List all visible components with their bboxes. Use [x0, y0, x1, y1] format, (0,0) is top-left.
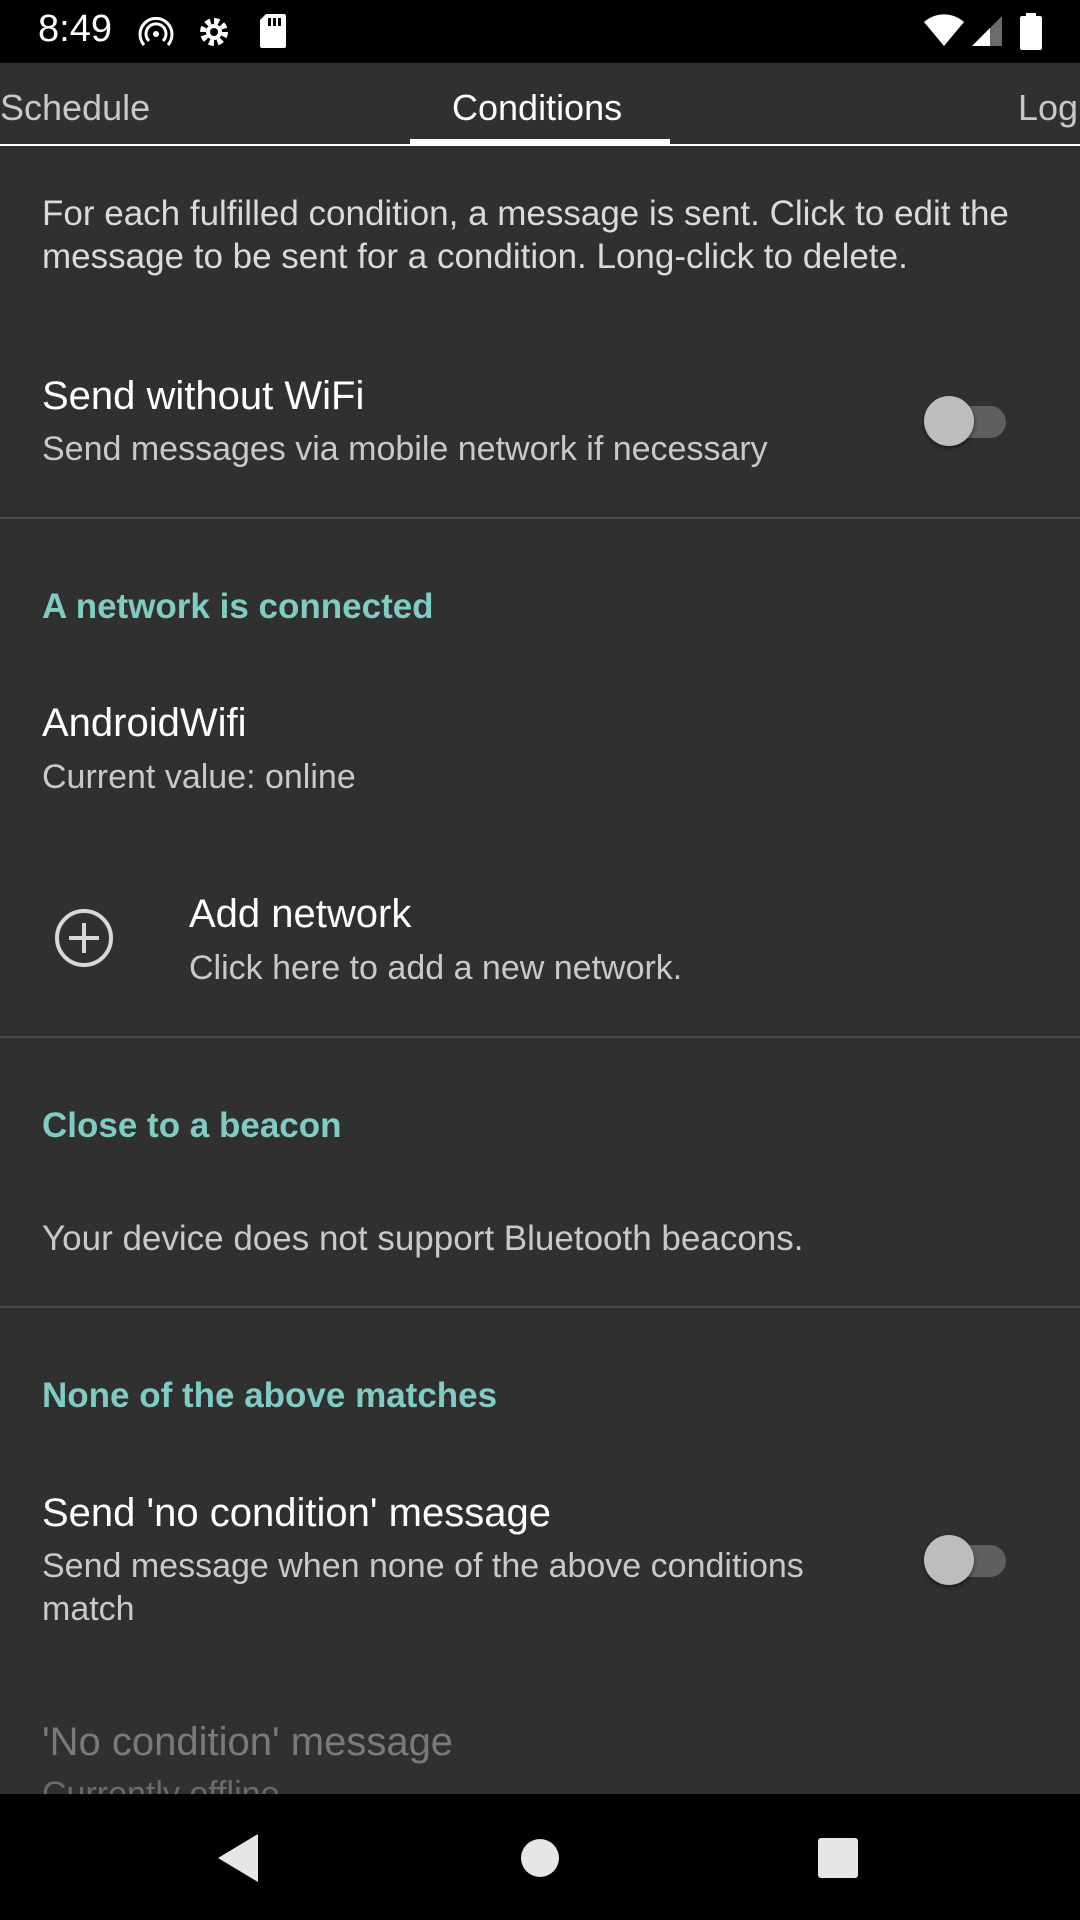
switch-thumb — [924, 396, 974, 446]
tab-log[interactable]: Log — [1018, 87, 1078, 129]
conditions-list[interactable]: For each fulfilled condition, a message … — [0, 146, 1080, 1794]
divider — [0, 1306, 1080, 1308]
no-condition-switch[interactable] — [922, 1531, 1010, 1587]
section-header-beacon: Close to a beacon — [42, 1106, 342, 1145]
send-without-wifi-subtitle: Send messages via mobile network if nece… — [42, 430, 768, 468]
sd-card-icon — [260, 14, 286, 48]
beacon-unsupported-text: Your device does not support Bluetooth b… — [42, 1219, 804, 1258]
no-condition-message-subtitle: Currently offline — [42, 1775, 280, 1794]
navigation-bar — [0, 1794, 1080, 1920]
tab-schedule[interactable]: Schedule — [0, 87, 150, 129]
tab-indicator — [410, 139, 670, 146]
send-without-wifi-switch[interactable] — [922, 392, 1010, 448]
no-condition-title: Send 'no condition' message — [42, 1491, 551, 1535]
add-circle-icon — [55, 909, 113, 967]
section-header-network: A network is connected — [42, 587, 434, 626]
tab-conditions[interactable]: Conditions — [452, 87, 622, 129]
tab-bar: Schedule Conditions Log — [0, 63, 1080, 146]
gear-icon — [200, 18, 228, 46]
cell-signal-icon — [972, 16, 1002, 46]
status-bar: 8:49 — [0, 0, 1080, 63]
add-network-title: Add network — [189, 892, 412, 936]
divider — [0, 517, 1080, 519]
back-icon[interactable] — [206, 1826, 270, 1890]
divider — [0, 1036, 1080, 1038]
wifi-icon — [924, 14, 964, 46]
add-network-subtitle: Click here to add a new network. — [189, 949, 683, 987]
battery-icon — [1020, 13, 1042, 50]
send-without-wifi-title: Send without WiFi — [42, 374, 365, 418]
section-header-none: None of the above matches — [42, 1376, 498, 1415]
status-time: 8:49 — [38, 8, 112, 50]
home-icon[interactable] — [508, 1826, 572, 1890]
switch-thumb — [924, 1535, 974, 1585]
no-condition-message-title: 'No condition' message — [42, 1720, 454, 1764]
recents-icon[interactable] — [806, 1826, 870, 1890]
hotspot-icon — [138, 16, 174, 46]
network-item-title: AndroidWifi — [42, 701, 247, 745]
intro-text: For each fulfilled condition, a message … — [42, 194, 1009, 276]
no-condition-subtitle: Send message when none of the above cond… — [42, 1547, 804, 1628]
network-item-subtitle: Current value: online — [42, 758, 356, 796]
